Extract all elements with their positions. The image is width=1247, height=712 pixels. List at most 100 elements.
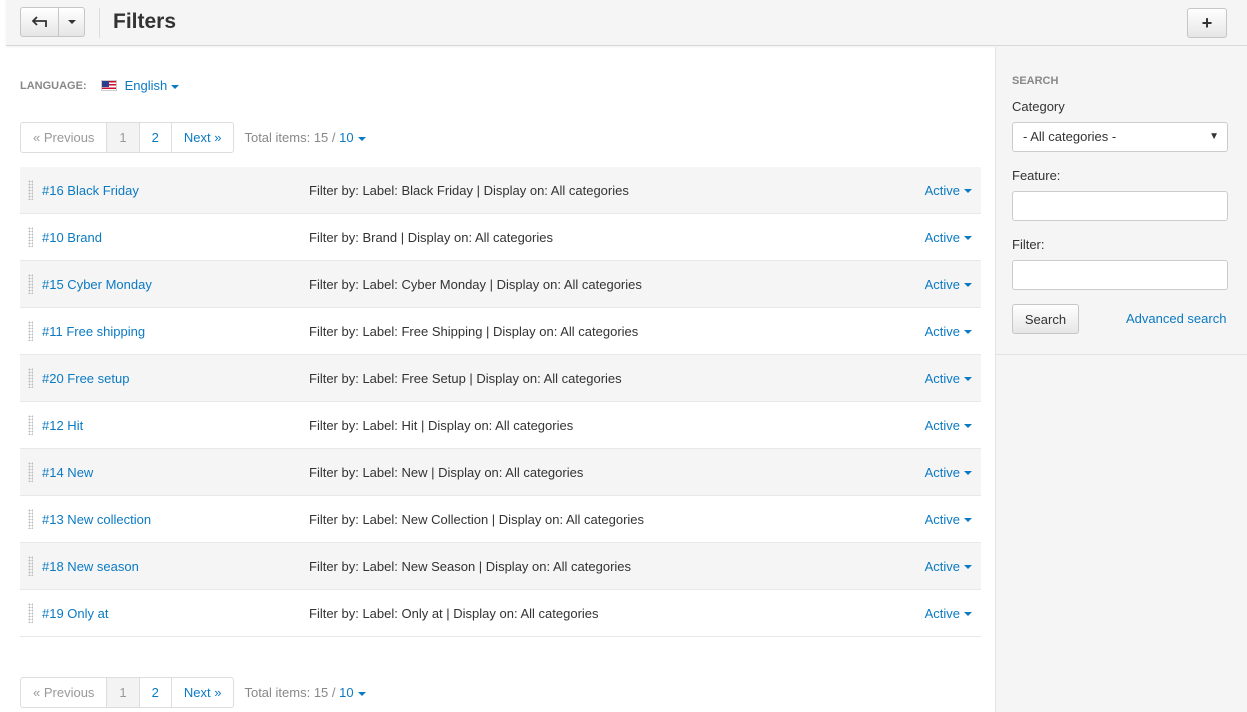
filter-name-link[interactable]: #10 Brand — [42, 230, 102, 245]
chevron-down-icon — [67, 20, 76, 24]
us-flag-icon — [100, 80, 117, 91]
table-row: #16 Black Friday Filter by: Label: Black… — [20, 167, 981, 214]
chevron-down-icon — [964, 518, 972, 523]
drag-handle-icon[interactable] — [28, 462, 33, 482]
items-per-page-value: 10 — [339, 130, 354, 145]
prev-page-button[interactable]: « Previous — [21, 678, 106, 707]
table-row: #10 Brand Filter by: Brand | Display on:… — [20, 214, 981, 261]
filter-description: Filter by: Label: Black Friday | Display… — [309, 182, 629, 198]
status-dropdown[interactable]: Active — [925, 606, 972, 621]
items-per-page-dropdown[interactable]: 10 — [339, 130, 366, 145]
filter-description: Filter by: Label: Only at | Display on: … — [309, 605, 599, 621]
chevron-down-icon — [964, 236, 972, 241]
next-page-button[interactable]: Next » — [170, 678, 234, 707]
chevron-down-icon: ▼ — [1209, 131, 1219, 142]
chevron-down-icon — [964, 612, 972, 617]
filter-name-link[interactable]: #13 New collection — [42, 512, 151, 527]
items-per-page-value: 10 — [339, 685, 354, 700]
language-dropdown[interactable]: English — [125, 78, 180, 93]
status-dropdown[interactable]: Active — [925, 418, 972, 433]
chevron-down-icon — [964, 189, 972, 194]
page-1-button[interactable]: 1 — [106, 123, 139, 152]
chevron-down-icon — [357, 136, 366, 141]
add-filter-button[interactable]: + — [1187, 8, 1227, 38]
page-2-button[interactable]: 2 — [138, 123, 171, 152]
drag-handle-icon[interactable] — [28, 180, 33, 200]
chevron-down-icon — [964, 330, 972, 335]
page-1-button[interactable]: 1 — [106, 678, 139, 707]
status-dropdown[interactable]: Active — [925, 465, 972, 480]
back-button-group — [20, 7, 85, 37]
drag-handle-icon[interactable] — [28, 368, 33, 388]
table-row: #11 Free shipping Filter by: Label: Free… — [20, 308, 981, 355]
drag-handle-icon[interactable] — [28, 556, 33, 576]
pagination-links: « Previous 1 2 Next » — [20, 122, 235, 153]
status-dropdown[interactable]: Active — [925, 277, 972, 292]
category-select[interactable]: - All categories - ▼ — [1012, 122, 1228, 152]
chevron-down-icon — [964, 471, 972, 476]
language-label: LANGUAGE: — [20, 79, 87, 92]
filter-description: Filter by: Label: New Collection | Displ… — [309, 511, 645, 527]
drag-handle-icon[interactable] — [28, 415, 33, 435]
status-label: Active — [924, 558, 960, 574]
pagination-bottom: « Previous 1 2 Next » Total items: 15 / … — [20, 677, 366, 708]
back-dropdown-toggle[interactable] — [59, 7, 85, 37]
table-row: #19 Only at Filter by: Label: Only at | … — [20, 590, 981, 637]
page-2-button[interactable]: 2 — [138, 678, 171, 707]
filter-name-link[interactable]: #12 Hit — [42, 418, 83, 433]
back-arrow-icon — [31, 16, 47, 27]
filter-name-link[interactable]: #18 New season — [42, 559, 139, 574]
chevron-down-icon — [964, 377, 972, 382]
drag-handle-icon[interactable] — [28, 227, 33, 247]
table-row: #18 New season Filter by: Label: New Sea… — [20, 543, 981, 590]
filter-label: Filter: — [1012, 237, 1045, 252]
language-value: English — [124, 78, 168, 93]
language-selector: LANGUAGE: English — [20, 78, 180, 93]
pagination-links: « Previous 1 2 Next » — [20, 677, 235, 708]
drag-handle-icon[interactable] — [28, 603, 33, 623]
search-button[interactable]: Search — [1012, 304, 1079, 334]
filter-input[interactable] — [1012, 260, 1228, 290]
chevron-down-icon — [964, 283, 972, 288]
filter-name-link[interactable]: #16 Black Friday — [42, 183, 139, 198]
total-items-label: Total items: 15 / — [244, 685, 336, 700]
status-dropdown[interactable]: Active — [925, 324, 972, 339]
items-per-page-dropdown[interactable]: 10 — [339, 685, 366, 700]
table-row: #15 Cyber Monday Filter by: Label: Cyber… — [20, 261, 981, 308]
drag-handle-icon[interactable] — [28, 274, 33, 294]
table-row: #14 New Filter by: Label: New | Display … — [20, 449, 981, 496]
filter-name-link[interactable]: #14 New — [42, 465, 93, 480]
feature-input[interactable] — [1012, 191, 1228, 221]
status-dropdown[interactable]: Active — [925, 230, 972, 245]
filter-name-link[interactable]: #11 Free shipping — [42, 324, 145, 339]
filter-name-link[interactable]: #19 Only at — [42, 606, 109, 621]
status-label: Active — [924, 511, 960, 527]
prev-page-button[interactable]: « Previous — [21, 123, 106, 152]
table-row: #20 Free setup Filter by: Label: Free Se… — [20, 355, 981, 402]
filter-name-link[interactable]: #20 Free setup — [42, 371, 129, 386]
pagination-top: « Previous 1 2 Next » Total items: 15 / … — [20, 122, 366, 153]
filter-description: Filter by: Label: Hit | Display on: All … — [309, 417, 574, 433]
filter-name-link[interactable]: #15 Cyber Monday — [42, 277, 152, 292]
status-label: Active — [924, 182, 960, 198]
category-label: Category — [1012, 99, 1065, 114]
next-page-button[interactable]: Next » — [170, 123, 234, 152]
filter-description: Filter by: Brand | Display on: All categ… — [309, 229, 553, 245]
status-dropdown[interactable]: Active — [925, 512, 972, 527]
feature-label: Feature: — [1012, 168, 1061, 183]
status-label: Active — [924, 370, 960, 386]
back-button[interactable] — [20, 7, 59, 37]
status-dropdown[interactable]: Active — [925, 371, 972, 386]
chevron-down-icon — [171, 84, 180, 89]
advanced-search-link[interactable]: Advanced search — [1126, 311, 1226, 326]
status-dropdown[interactable]: Active — [925, 559, 972, 574]
status-label: Active — [924, 229, 960, 245]
drag-handle-icon[interactable] — [28, 509, 33, 529]
drag-handle-icon[interactable] — [28, 321, 33, 341]
total-items-label: Total items: 15 / — [244, 130, 336, 145]
top-toolbar: Filters + — [6, 0, 1247, 46]
filters-table: #16 Black Friday Filter by: Label: Black… — [20, 167, 981, 637]
table-row: #12 Hit Filter by: Label: Hit | Display … — [20, 402, 981, 449]
status-dropdown[interactable]: Active — [925, 183, 972, 198]
status-label: Active — [924, 417, 960, 433]
